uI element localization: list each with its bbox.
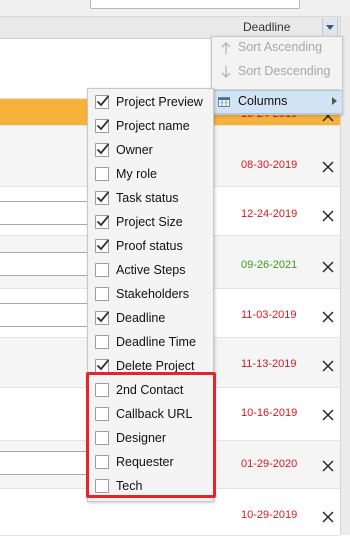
sort-descending-item[interactable]: Sort Descending — [212, 61, 342, 83]
close-icon — [322, 311, 334, 323]
checkbox-unchecked[interactable] — [95, 335, 109, 349]
column-toggle-item[interactable]: Deadline — [88, 306, 213, 330]
column-menu-trigger[interactable] — [322, 18, 338, 36]
column-toggle-label: Project Size — [116, 215, 183, 229]
column-toggle-item[interactable]: My role — [88, 162, 213, 186]
delete-project-button[interactable] — [321, 359, 335, 373]
row-input[interactable] — [0, 201, 90, 225]
close-icon — [322, 210, 334, 222]
column-toggle-label: Deadline Time — [116, 335, 196, 349]
deadline-cell: 09-26-2021 — [241, 259, 298, 271]
column-toggle-label: Owner — [116, 143, 153, 157]
delete-project-button[interactable] — [321, 408, 335, 422]
column-toggle-label: Deadline — [116, 311, 166, 325]
top-toolbar — [0, 0, 350, 16]
checkbox-unchecked[interactable] — [95, 263, 109, 277]
checkbox-checked[interactable] — [95, 215, 110, 229]
deadline-cell: 01-29-2020 — [241, 458, 298, 470]
deadline-cell: 11-13-2019 — [241, 358, 297, 370]
close-icon — [322, 261, 334, 273]
checkbox-checked[interactable] — [95, 239, 110, 253]
column-toggle-item[interactable]: Active Steps — [88, 258, 213, 282]
column-toggle-item[interactable]: Project Preview — [88, 90, 213, 114]
checkbox-checked[interactable] — [95, 311, 110, 325]
checkbox-checked[interactable] — [95, 191, 110, 205]
column-toggle-item[interactable]: Project Size — [88, 210, 213, 234]
delete-project-button[interactable] — [321, 510, 335, 524]
checkbox-checked[interactable] — [95, 143, 110, 157]
checkbox-checked[interactable] — [95, 95, 110, 109]
column-toggle-item[interactable]: Proof status — [88, 234, 213, 258]
column-toggle-item[interactable]: Stakeholders — [88, 282, 213, 306]
row-input[interactable] — [0, 451, 88, 475]
chevron-right-icon — [332, 97, 337, 105]
sort-ascending-label: Sort Ascending — [238, 40, 323, 54]
column-toggle-label: Project Preview — [116, 95, 203, 109]
close-icon — [322, 511, 334, 523]
annotation-highlight-box — [86, 372, 216, 498]
column-toggle-item[interactable]: Owner — [88, 138, 213, 162]
delete-project-button[interactable] — [321, 459, 335, 473]
close-icon — [322, 161, 334, 173]
deadline-cell: 12-24-2019 — [241, 208, 298, 220]
delete-project-button[interactable] — [321, 260, 335, 274]
delete-project-button[interactable] — [321, 160, 335, 174]
deadline-column-header[interactable]: Deadline — [243, 20, 290, 34]
column-toggle-label: Active Steps — [116, 263, 186, 277]
column-toggle-label: Delete Project — [116, 359, 195, 373]
column-toggle-label: My role — [116, 167, 157, 181]
arrow-down-icon — [221, 66, 231, 78]
delete-project-button[interactable] — [321, 310, 335, 324]
search-input[interactable] — [90, 0, 300, 9]
chevron-down-icon — [326, 24, 334, 30]
columns-item[interactable]: Columns — [212, 90, 342, 114]
close-icon — [322, 360, 334, 372]
deadline-cell: 11-03-2019 — [241, 309, 297, 321]
close-icon — [322, 409, 334, 421]
checkbox-checked[interactable] — [95, 119, 110, 133]
sort-descending-label: Sort Descending — [238, 64, 331, 78]
sort-ascending-item[interactable]: Sort Ascending — [212, 37, 342, 59]
column-toggle-item[interactable]: Task status — [88, 186, 213, 210]
column-toggle-label: Project name — [116, 119, 190, 133]
deadline-cell: 10-16-2019 — [241, 407, 298, 419]
row-input[interactable] — [0, 303, 90, 327]
delete-project-button[interactable] — [321, 209, 335, 223]
checkbox-checked[interactable] — [95, 359, 110, 373]
column-header-menu: Sort Ascending Sort Descending Columns — [211, 36, 343, 115]
deadline-cell: 08-30-2019 — [241, 159, 298, 171]
column-toggle-item[interactable]: Project name — [88, 114, 213, 138]
column-toggle-label: Task status — [116, 191, 179, 205]
checkbox-unchecked[interactable] — [95, 287, 109, 301]
column-toggle-item[interactable]: Deadline Time — [88, 330, 213, 354]
close-icon — [322, 460, 334, 472]
column-toggle-label: Stakeholders — [116, 287, 189, 301]
deadline-cell: 10-29-2019 — [241, 509, 298, 521]
row-input[interactable] — [0, 252, 90, 276]
arrow-up-icon — [221, 42, 231, 54]
checkbox-unchecked[interactable] — [95, 167, 109, 181]
columns-icon — [218, 97, 230, 107]
column-toggle-label: Proof status — [116, 239, 183, 253]
columns-label: Columns — [238, 94, 288, 108]
